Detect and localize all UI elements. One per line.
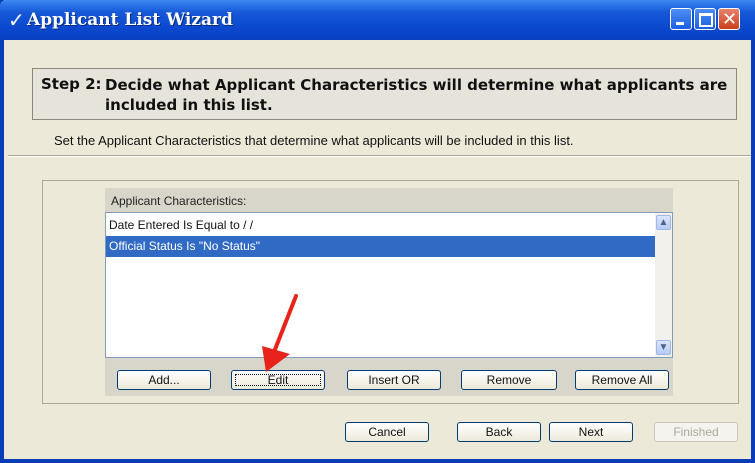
add-button[interactable]: Add... xyxy=(117,370,211,390)
next-button[interactable]: Next xyxy=(549,422,633,442)
list-item[interactable]: Date Entered Is Equal to / / xyxy=(106,215,656,236)
finished-button[interactable]: Finished xyxy=(654,422,738,442)
divider xyxy=(8,155,751,157)
close-button[interactable]: ✕ xyxy=(718,8,740,30)
characteristics-list[interactable]: Date Entered Is Equal to / / Official St… xyxy=(105,212,673,358)
characteristics-group: Applicant Characteristics: Date Entered … xyxy=(42,180,739,404)
scroll-down-icon[interactable]: ▼ xyxy=(656,340,671,355)
remove-all-button[interactable]: Remove All xyxy=(575,370,669,390)
close-icon: ✕ xyxy=(722,9,738,30)
step-description: Decide what Applicant Characteristics wi… xyxy=(105,76,728,114)
wizard-window: ✓ Applicant List Wizard ✕ Step 2: Decide… xyxy=(0,0,755,463)
list-item[interactable]: Official Status Is "No Status" xyxy=(106,236,656,257)
back-button[interactable]: Back xyxy=(457,422,541,442)
scroll-up-icon[interactable]: ▲ xyxy=(656,215,671,230)
remove-button[interactable]: Remove xyxy=(461,370,557,390)
minimize-button[interactable] xyxy=(670,8,692,30)
title-bar[interactable]: ✓ Applicant List Wizard ✕ xyxy=(0,0,755,40)
maximize-button[interactable] xyxy=(694,8,716,30)
cancel-button[interactable]: Cancel xyxy=(345,422,429,442)
instruction-text: Set the Applicant Characteristics that d… xyxy=(54,133,574,148)
scrollbar[interactable]: ▲ ▼ xyxy=(655,213,672,357)
insert-or-button[interactable]: Insert OR xyxy=(347,370,441,390)
characteristics-panel: Applicant Characteristics: Date Entered … xyxy=(105,188,673,396)
annotation-arrow-icon xyxy=(262,294,298,372)
window-title: Applicant List Wizard xyxy=(27,10,233,30)
step-label: Step 2: xyxy=(41,75,102,93)
step-header: Step 2: Decide what Applicant Characteri… xyxy=(32,68,737,120)
characteristics-header: Applicant Characteristics: xyxy=(111,194,247,208)
edit-button[interactable]: Edit xyxy=(231,370,325,390)
checkmark-icon: ✓ xyxy=(8,8,25,32)
